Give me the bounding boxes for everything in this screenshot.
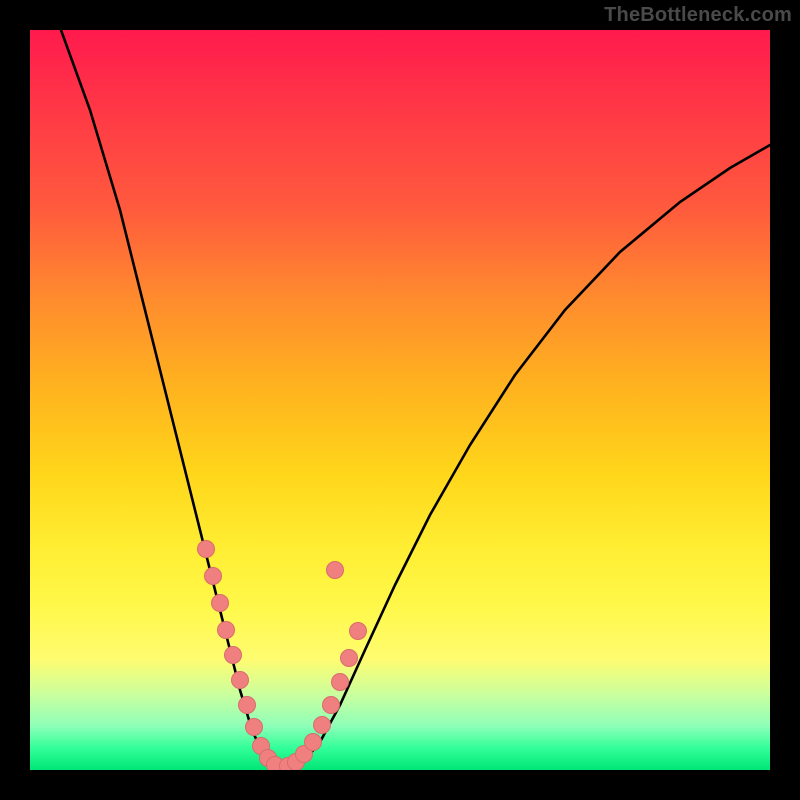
data-marker — [239, 697, 256, 714]
markers-left-branch — [198, 541, 284, 771]
bottleneck-curve-svg — [30, 30, 770, 770]
data-marker — [323, 697, 340, 714]
watermark-text: TheBottleneck.com — [604, 4, 792, 27]
data-marker — [232, 672, 249, 689]
data-marker — [341, 650, 358, 667]
data-marker — [314, 717, 331, 734]
data-marker — [332, 674, 349, 691]
plot-area — [30, 30, 770, 770]
data-marker — [327, 562, 344, 579]
bottleneck-curve — [61, 30, 770, 766]
data-marker — [205, 568, 222, 585]
data-marker — [212, 595, 229, 612]
data-marker — [305, 734, 322, 751]
data-marker — [218, 622, 235, 639]
data-marker — [350, 623, 367, 640]
chart-frame: TheBottleneck.com — [0, 0, 800, 800]
data-marker — [225, 647, 242, 664]
data-marker — [246, 719, 263, 736]
data-marker — [198, 541, 215, 558]
